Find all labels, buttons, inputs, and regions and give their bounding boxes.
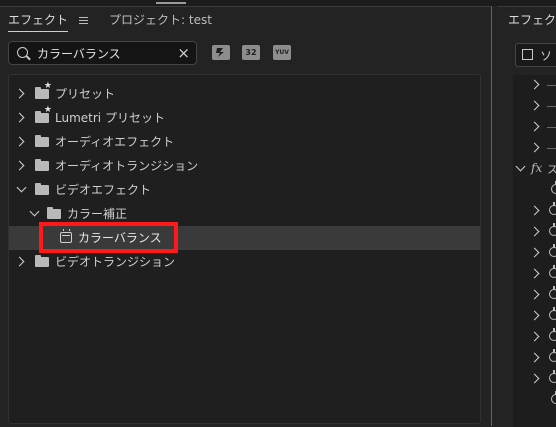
chevron-right-icon[interactable] xyxy=(529,331,540,342)
control-row[interactable] xyxy=(513,306,556,327)
effects-panel: エフェクト プロジェクト: test × 32 YUV ★ プリセット ★ Lu… xyxy=(0,6,492,426)
stopwatch-icon[interactable] xyxy=(551,391,556,404)
preset-folder-icon: ★ xyxy=(35,82,52,99)
preset-folder-icon: ★ xyxy=(35,106,52,123)
32bit-effects-icon[interactable]: 32 xyxy=(242,45,260,60)
effect-controls-panel: エフェクト ソ fx ス xyxy=(497,6,556,427)
effects-tabbar: エフェクト プロジェクト: test xyxy=(0,7,491,33)
tab-effects-label: エフェクト xyxy=(8,13,69,27)
tab-effect-controls[interactable]: エフェクト xyxy=(508,11,556,29)
tree-item-label: オーディオトランジション xyxy=(55,159,199,173)
tree-item-label: カラー補正 xyxy=(67,207,128,221)
source-label: ソ xyxy=(540,49,553,63)
control-row[interactable] xyxy=(513,75,556,96)
chevron-right-icon[interactable] xyxy=(529,373,540,384)
control-row[interactable] xyxy=(513,201,556,222)
control-row[interactable] xyxy=(513,243,556,264)
chevron-right-icon[interactable] xyxy=(14,88,25,99)
divider xyxy=(547,85,556,86)
chevron-right-icon[interactable] xyxy=(529,247,540,258)
folder-icon xyxy=(35,159,49,171)
chevron-right-icon[interactable] xyxy=(14,160,25,171)
chevron-right-icon[interactable] xyxy=(529,289,540,300)
stopwatch-icon[interactable] xyxy=(549,202,556,215)
control-row[interactable] xyxy=(513,96,556,117)
chevron-right-icon[interactable] xyxy=(529,352,540,363)
control-row[interactable] xyxy=(513,369,556,390)
divider xyxy=(547,148,556,149)
control-row[interactable] xyxy=(513,348,556,369)
divider xyxy=(547,127,556,128)
tree-item-label: オーディオエフェクト xyxy=(55,135,175,149)
chevron-down-icon[interactable] xyxy=(515,161,526,172)
control-row[interactable] xyxy=(513,180,556,201)
fx-row[interactable]: fx ス xyxy=(513,159,556,180)
control-row[interactable] xyxy=(513,390,556,411)
panel-menu-icon[interactable] xyxy=(79,17,88,24)
active-tab-underline xyxy=(8,31,69,32)
clear-search-icon[interactable]: × xyxy=(177,44,190,62)
stopwatch-icon[interactable] xyxy=(549,286,556,299)
folder-icon xyxy=(35,135,49,147)
chevron-right-icon[interactable] xyxy=(529,121,540,132)
stopwatch-icon[interactable] xyxy=(549,349,556,362)
control-row[interactable] xyxy=(513,264,556,285)
tree-item-presets[interactable]: ★ プリセット xyxy=(9,82,480,106)
search-input[interactable] xyxy=(37,44,177,62)
chevron-down-icon[interactable] xyxy=(29,206,40,217)
tree-item-audio-effects[interactable]: オーディオエフェクト xyxy=(9,130,480,154)
stopwatch-icon[interactable] xyxy=(549,307,556,320)
tab-project[interactable]: プロジェクト: test xyxy=(109,11,212,29)
accelerated-effects-icon[interactable] xyxy=(212,45,230,60)
clip-icon xyxy=(522,49,533,60)
stopwatch-icon[interactable] xyxy=(549,328,556,341)
tree-item-label: ビデオエフェクト xyxy=(55,183,152,197)
chevron-right-icon[interactable] xyxy=(529,226,540,237)
chevron-right-icon[interactable] xyxy=(529,79,540,90)
source-select[interactable]: ソ xyxy=(515,43,556,67)
tree-item-label: プリセット xyxy=(55,87,116,101)
stopwatch-icon[interactable] xyxy=(549,370,556,383)
effects-search: × xyxy=(8,41,197,65)
chevron-right-icon[interactable] xyxy=(529,142,540,153)
folder-icon xyxy=(35,183,49,195)
chevron-down-icon[interactable] xyxy=(16,182,27,193)
stopwatch-icon[interactable] xyxy=(549,265,556,278)
panel-drag-handle[interactable] xyxy=(156,2,186,4)
yuv-effects-icon[interactable]: YUV xyxy=(273,45,291,60)
reset-icon[interactable] xyxy=(551,181,556,194)
control-row[interactable] xyxy=(513,117,556,138)
folder-icon xyxy=(35,255,49,267)
tree-item-video-transitions[interactable]: ビデオトランジション xyxy=(9,250,480,274)
effects-tree: ★ プリセット ★ Lumetri プリセット オーディオエフェクト オーディオ… xyxy=(8,74,481,424)
search-icon xyxy=(17,47,28,58)
chevron-right-icon[interactable] xyxy=(14,136,25,147)
tree-item-video-effects[interactable]: ビデオエフェクト xyxy=(9,178,480,202)
chevron-right-icon[interactable] xyxy=(14,112,25,123)
effect-controls-list: fx ス xyxy=(513,75,556,427)
control-row[interactable] xyxy=(513,222,556,243)
chevron-right-icon[interactable] xyxy=(529,310,540,321)
tree-item-color-balance[interactable]: カラーバランス xyxy=(9,222,480,253)
chevron-right-icon[interactable] xyxy=(14,256,25,267)
folder-icon xyxy=(47,207,61,219)
tab-effects[interactable]: エフェクト xyxy=(8,11,69,32)
fx-badge: fx xyxy=(531,161,543,175)
chevron-right-icon[interactable] xyxy=(529,205,540,216)
chevron-right-icon[interactable] xyxy=(529,100,540,111)
tree-item-label: ビデオトランジション xyxy=(55,255,176,269)
fx-effect-name: ス xyxy=(547,163,556,176)
control-row[interactable] xyxy=(513,138,556,159)
divider xyxy=(547,106,556,107)
stopwatch-icon[interactable] xyxy=(549,223,556,236)
stopwatch-icon[interactable] xyxy=(549,244,556,257)
control-row[interactable] xyxy=(513,285,556,306)
tree-item-lumetri-presets[interactable]: ★ Lumetri プリセット xyxy=(9,106,480,130)
chevron-right-icon[interactable] xyxy=(529,268,540,279)
tree-item-audio-transitions[interactable]: オーディオトランジション xyxy=(9,154,480,178)
tab-project-label: プロジェクト: test xyxy=(109,13,212,27)
control-row[interactable] xyxy=(513,327,556,348)
tree-item-label: Lumetri プリセット xyxy=(55,111,165,125)
highlight-box xyxy=(39,222,178,253)
